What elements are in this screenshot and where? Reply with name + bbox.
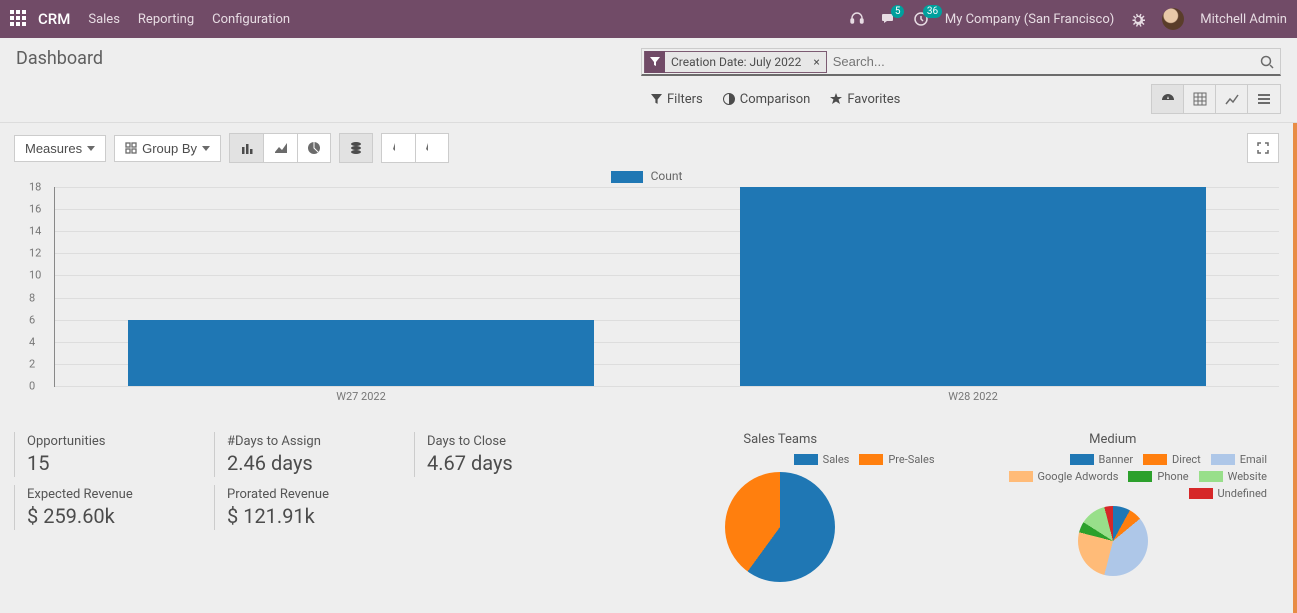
filter-icon <box>645 51 665 73</box>
pie-sales-teams <box>725 472 835 582</box>
comparison-button[interactable]: Comparison <box>723 92 811 107</box>
chart-pie-icon[interactable] <box>297 133 331 163</box>
control-panel: Dashboard Creation Date: July 2022 × Fil… <box>0 38 1297 123</box>
mini-medium: Medium BannerDirectEmailGoogle AdwordsPh… <box>947 432 1280 582</box>
search-input[interactable] <box>827 54 1254 69</box>
chart-line-icon[interactable] <box>263 133 297 163</box>
kpi-days-close[interactable]: Days to Close4.67 days <box>414 432 614 477</box>
kpi-expected-revenue[interactable]: Expected Revenue$ 259.60k <box>14 485 214 530</box>
nav-configuration[interactable]: Configuration <box>212 12 290 27</box>
top-nav: CRM Sales Reporting Configuration 5 36 M… <box>0 0 1297 38</box>
search-box[interactable]: Creation Date: July 2022 × <box>641 48 1281 76</box>
page-title: Dashboard <box>16 48 103 69</box>
company-selector[interactable]: My Company (San Francisco) <box>945 12 1114 27</box>
chart-legend: Count <box>14 169 1279 183</box>
view-pivot[interactable] <box>1184 85 1216 113</box>
measures-button[interactable]: Measures <box>14 135 106 162</box>
sort-group <box>381 133 449 163</box>
sort-desc-icon[interactable] <box>381 133 415 163</box>
app-brand[interactable]: CRM <box>38 10 70 28</box>
kpi-days-assign[interactable]: #Days to Assign2.46 days <box>214 432 414 477</box>
dashboard-body: Measures Group By Count 024681012141618W… <box>0 123 1297 613</box>
facet-remove[interactable]: × <box>807 55 825 69</box>
kpi-opportunities[interactable]: Opportunities15 <box>14 432 214 477</box>
messages-badge: 5 <box>891 5 905 18</box>
view-graph[interactable] <box>1216 85 1248 113</box>
kpi-prorated-revenue[interactable]: Prorated Revenue$ 121.91k <box>214 485 414 530</box>
search-facet: Creation Date: July 2022 × <box>644 51 827 73</box>
view-list[interactable] <box>1248 85 1280 113</box>
nav-sales[interactable]: Sales <box>88 12 120 27</box>
messages-icon[interactable]: 5 <box>881 11 897 27</box>
mini-sales-teams: Sales Teams SalesPre-Sales <box>614 432 947 582</box>
apps-icon[interactable] <box>10 10 28 28</box>
sort-asc-icon[interactable] <box>415 133 449 163</box>
chart-bar-icon[interactable] <box>229 133 263 163</box>
main-chart: Count 024681012141618W27 2022W28 2022 <box>14 169 1279 414</box>
stack-group <box>339 133 373 163</box>
debug-icon[interactable] <box>1130 11 1146 27</box>
stacked-icon[interactable] <box>339 133 373 163</box>
favorites-button[interactable]: Favorites <box>830 92 900 107</box>
filters-button[interactable]: Filters <box>651 92 703 107</box>
activities-icon[interactable]: 36 <box>913 11 929 27</box>
view-switcher <box>1151 84 1281 114</box>
nav-reporting[interactable]: Reporting <box>138 12 194 27</box>
chart-type-group <box>229 133 331 163</box>
headset-icon[interactable] <box>849 11 865 27</box>
view-dashboard[interactable] <box>1152 85 1184 113</box>
caret-down-icon <box>202 146 210 151</box>
expand-button[interactable] <box>1247 133 1279 163</box>
avatar[interactable] <box>1162 8 1184 30</box>
facet-label: Creation Date: July 2022 <box>665 55 807 69</box>
kpi-row: Opportunities15 Expected Revenue$ 259.60… <box>14 432 1279 582</box>
caret-down-icon <box>87 146 95 151</box>
activities-badge: 36 <box>923 5 942 18</box>
groupby-button[interactable]: Group By <box>114 135 221 162</box>
search-icon[interactable] <box>1254 55 1280 69</box>
pie-medium <box>1078 506 1148 576</box>
user-menu[interactable]: Mitchell Admin <box>1200 12 1287 27</box>
